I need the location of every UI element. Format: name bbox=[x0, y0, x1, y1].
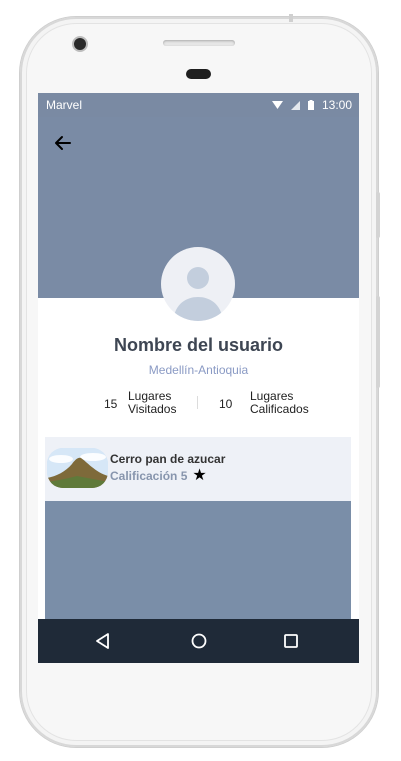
nav-home-icon[interactable] bbox=[189, 631, 209, 651]
back-arrow-icon[interactable] bbox=[52, 132, 74, 154]
power-button bbox=[376, 296, 380, 388]
rated-label-line2: Calificados bbox=[250, 402, 309, 416]
status-bar: Marvel 13:00 bbox=[38, 93, 359, 117]
user-location: Medellín-Antioquia bbox=[148, 363, 249, 377]
user-name: Nombre del usuario bbox=[113, 335, 284, 355]
place-rating-text: Calificación 5 bbox=[110, 469, 188, 483]
status-icons: 13:00 bbox=[271, 98, 352, 112]
place-title: Cerro pan de azucar bbox=[110, 452, 226, 466]
nav-recents-icon[interactable] bbox=[281, 631, 301, 651]
place-rating: Calificación 5 ★ bbox=[110, 467, 207, 484]
proximity-sensor bbox=[186, 69, 211, 79]
battery-icon bbox=[307, 100, 314, 110]
visited-label: Lugares Visitados bbox=[128, 390, 176, 416]
avatar[interactable] bbox=[161, 247, 235, 321]
volume-button bbox=[376, 192, 380, 238]
clock: 13:00 bbox=[321, 98, 352, 112]
content-panel bbox=[45, 501, 351, 621]
nav-back-icon[interactable] bbox=[93, 631, 113, 651]
rated-label: Lugares Calificados bbox=[250, 390, 309, 416]
mountain-photo-icon bbox=[47, 448, 108, 488]
earpiece-speaker bbox=[163, 40, 235, 46]
stats-row: 15 Lugares Visitados 10 Lugares Califica… bbox=[38, 389, 359, 419]
visited-count: 15 bbox=[104, 397, 118, 411]
place-thumbnail bbox=[47, 448, 108, 488]
rated-count: 10 bbox=[219, 397, 233, 411]
star-icon: ★ bbox=[192, 467, 207, 484]
android-navigation-bar bbox=[38, 619, 359, 663]
carrier-label: Marvel bbox=[46, 98, 83, 112]
front-camera bbox=[74, 38, 86, 50]
stats-divider bbox=[197, 396, 198, 409]
cell-signal-icon bbox=[290, 100, 300, 110]
user-placeholder-icon bbox=[173, 267, 223, 321]
phone-top-nub bbox=[289, 14, 293, 22]
visited-label-line2: Visitados bbox=[128, 402, 177, 416]
place-list-item[interactable]: Cerro pan de azucar Calificación 5 ★ bbox=[45, 437, 351, 501]
wifi-icon bbox=[271, 101, 283, 109]
app-screen: Marvel 13:00 Nombre del usuario Medellín… bbox=[38, 93, 359, 663]
